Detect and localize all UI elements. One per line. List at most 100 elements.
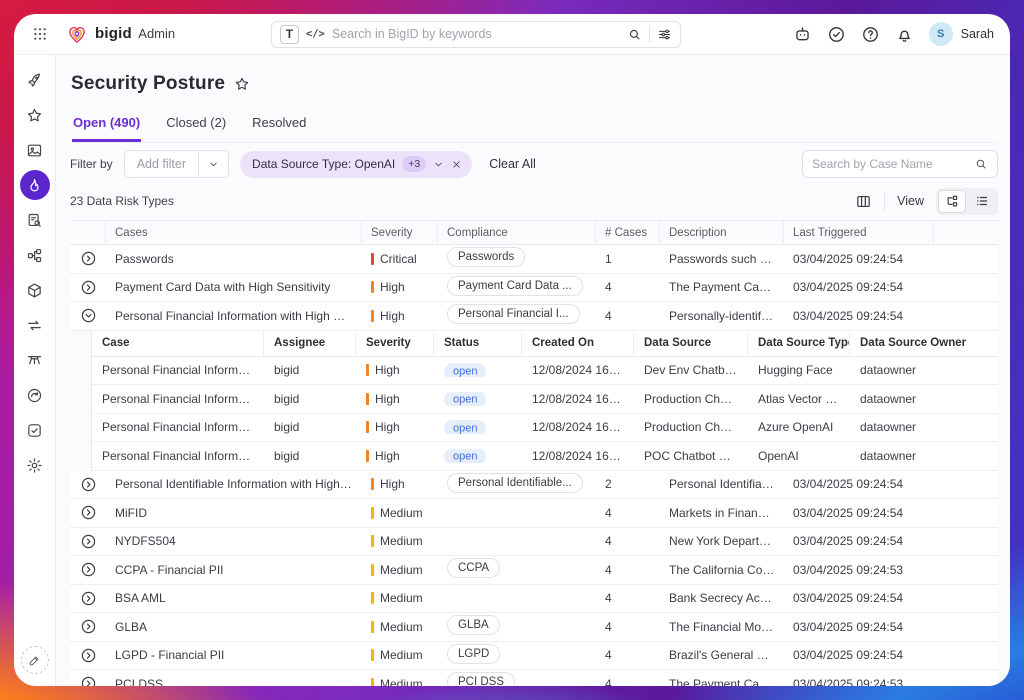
case-count: 4	[596, 280, 660, 294]
table-row[interactable]: Personal Identifiable Information with H…	[70, 471, 998, 500]
sub-column-header[interactable]: Case	[92, 331, 264, 356]
sub-table-row[interactable]: Personal Financial Information with... b…	[92, 414, 998, 443]
sidebar-item-data-flows[interactable]	[20, 310, 50, 340]
tab-resolved[interactable]: Resolved	[251, 115, 307, 142]
column-header-severity[interactable]: Severity	[362, 221, 438, 244]
table-row[interactable]: CCPA - Financial PII Medium CCPA 4 The C…	[70, 556, 998, 585]
chevron-down-icon[interactable]	[199, 159, 228, 170]
edit-pencil-icon[interactable]	[21, 646, 49, 674]
sidebar-item-security-posture[interactable]	[20, 170, 50, 200]
add-filter-placeholder[interactable]: Add filter	[125, 157, 198, 171]
case-search[interactable]	[802, 150, 998, 178]
advanced-search-icon[interactable]	[657, 27, 672, 42]
sidebar-item-data-cube[interactable]	[20, 275, 50, 305]
table-row[interactable]: NYDFS504 Medium 4 New York Department of…	[70, 528, 998, 557]
description: Bank Secrecy Act / Anti-Mo...	[660, 591, 784, 605]
active-filter-label: Data Source Type: OpenAI	[252, 157, 395, 171]
search-divider	[649, 26, 650, 42]
clear-all-button[interactable]: Clear All	[489, 157, 536, 171]
expand-chevron-icon[interactable]	[80, 618, 97, 635]
sidebar-item-reports[interactable]	[20, 205, 50, 235]
column-header-cases[interactable]: Cases	[106, 221, 362, 244]
sub-column-header[interactable]: Data Source Owner	[850, 331, 998, 356]
sub-table-row[interactable]: Personal Financial Information with... b…	[92, 385, 998, 414]
assistant-icon[interactable]	[793, 25, 812, 44]
table-row[interactable]: BSA AML Medium 4 Bank Secrecy Act / Anti…	[70, 585, 998, 614]
notifications-bell-icon[interactable]	[895, 25, 914, 44]
sidebar-item-data-globe[interactable]	[20, 380, 50, 410]
expand-chevron-icon[interactable]	[80, 307, 97, 324]
expand-chevron-icon[interactable]	[80, 675, 97, 686]
sub-column-header[interactable]: Data Source Type	[748, 331, 850, 356]
remove-filter-icon[interactable]	[451, 159, 462, 170]
last-triggered: 03/04/2025 09:24:54	[784, 648, 934, 662]
expand-chevron-icon[interactable]	[80, 590, 97, 607]
filter-more-badge[interactable]: +3	[402, 156, 426, 172]
list-view-button[interactable]	[968, 190, 996, 213]
expand-chevron-icon[interactable]	[80, 250, 97, 267]
user-name[interactable]: Sarah	[961, 27, 994, 41]
tasks-check-icon[interactable]	[827, 25, 846, 44]
add-filter-control[interactable]: Add filter	[124, 150, 229, 178]
sidebar-item-catalog[interactable]	[20, 135, 50, 165]
tree-view-button[interactable]	[938, 190, 966, 213]
column-header-last-triggered[interactable]: Last Triggered	[784, 221, 934, 244]
severity-bar	[371, 478, 374, 490]
sidebar-item-classification[interactable]	[20, 240, 50, 270]
column-header-description[interactable]: Description	[660, 221, 784, 244]
column-header-compliance[interactable]: Compliance	[438, 221, 596, 244]
table-row[interactable]: GLBA Medium GLBA 4 The Financial Moderni…	[70, 613, 998, 642]
search-icon[interactable]	[974, 157, 988, 171]
tab-open[interactable]: Open (490)	[72, 115, 141, 142]
case-search-input[interactable]	[812, 157, 968, 171]
sub-column-header[interactable]: Data Source	[634, 331, 748, 356]
filter-by-label: Filter by	[70, 157, 113, 171]
search-icon[interactable]	[627, 27, 642, 42]
table-row[interactable]: LGPD - Financial PII Medium LGPD 4 Brazi…	[70, 642, 998, 671]
expand-chevron-icon[interactable]	[80, 561, 97, 578]
sidebar-item-workflow[interactable]	[20, 345, 50, 375]
app-grid-icon[interactable]	[28, 22, 52, 46]
expand-chevron-icon[interactable]	[80, 533, 97, 550]
sub-table-row[interactable]: Personal Financial Information with... b…	[92, 357, 998, 386]
table-row[interactable]: MiFID Medium 4 Markets in Financial Inst…	[70, 499, 998, 528]
severity-bar	[371, 564, 374, 576]
sub-case-name: Personal Financial Information with...	[92, 392, 264, 406]
expand-chevron-icon[interactable]	[80, 647, 97, 664]
favorite-star-icon[interactable]	[234, 76, 250, 92]
tab-closed[interactable]: Closed (2)	[165, 115, 227, 142]
active-filter-chip[interactable]: Data Source Type: OpenAI +3	[240, 151, 472, 178]
assignee: bigid	[264, 392, 356, 406]
sub-table-row[interactable]: Personal Financial Information with... b…	[92, 442, 998, 471]
sidebar-item-rocket[interactable]	[20, 65, 50, 95]
expanded-cases-subtable: CaseAssigneeSeverityStatusCreated OnData…	[91, 331, 998, 471]
expand-chevron-icon[interactable]	[80, 279, 97, 296]
sidebar-item-actions[interactable]	[20, 415, 50, 445]
created-on: 12/08/2024 16:38:46	[522, 420, 634, 434]
severity-bar	[371, 310, 374, 322]
sub-column-header[interactable]: Status	[434, 331, 522, 356]
help-icon[interactable]	[861, 25, 880, 44]
sub-column-header[interactable]: Created On	[522, 331, 634, 356]
sidebar-item-settings[interactable]	[20, 450, 50, 480]
expand-chevron-icon[interactable]	[80, 476, 97, 493]
global-search[interactable]: T </>	[271, 21, 681, 48]
column-header-num-cases[interactable]: # Cases	[596, 221, 660, 244]
text-search-toggle[interactable]: T	[280, 25, 299, 44]
columns-icon[interactable]	[855, 193, 872, 210]
sidebar-item-favorites[interactable]	[20, 100, 50, 130]
expand-chevron-icon[interactable]	[80, 504, 97, 521]
chevron-down-icon[interactable]	[433, 159, 444, 170]
code-search-toggle[interactable]: </>	[306, 28, 325, 40]
table-row[interactable]: PCI DSS Medium PCI DSS 4 The Payment Car…	[70, 670, 998, 686]
table-row[interactable]: Payment Card Data with High Sensitivity …	[70, 274, 998, 303]
global-search-input[interactable]	[332, 27, 620, 41]
severity-label: Medium	[380, 648, 423, 662]
severity-cell: High	[356, 420, 434, 434]
table-row[interactable]: Personal Financial Information with High…	[70, 302, 998, 331]
case-count: 1	[596, 252, 660, 266]
sub-column-header[interactable]: Assignee	[264, 331, 356, 356]
table-row[interactable]: Passwords Critical Passwords 1 Passwords…	[70, 245, 998, 274]
sub-column-header[interactable]: Severity	[356, 331, 434, 356]
user-avatar[interactable]: S	[929, 22, 953, 46]
